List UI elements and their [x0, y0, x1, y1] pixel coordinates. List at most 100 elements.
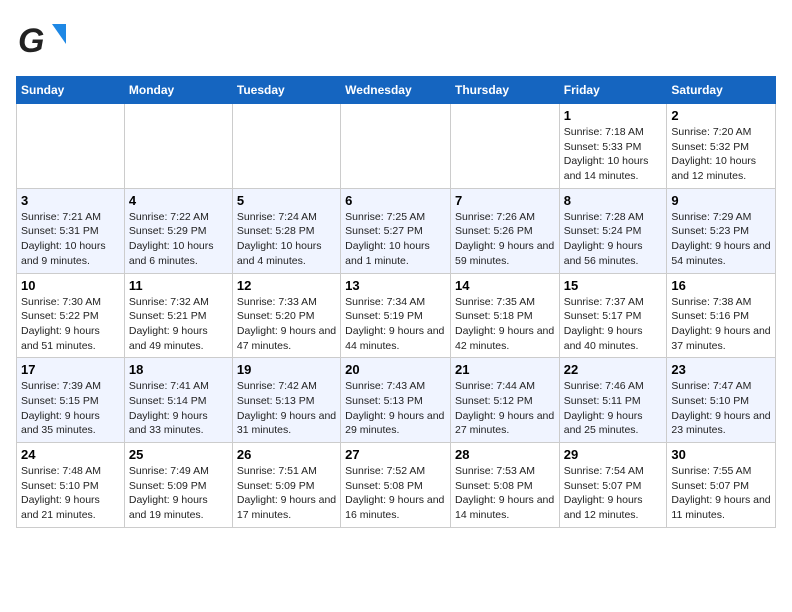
day-info: Sunrise: 7:48 AM Sunset: 5:10 PM Dayligh… [21, 464, 120, 523]
calendar-day-cell: 13Sunrise: 7:34 AM Sunset: 5:19 PM Dayli… [341, 273, 451, 358]
day-number: 16 [671, 278, 771, 293]
calendar-day-cell [17, 104, 125, 189]
calendar-day-cell: 20 Sunrise: 7:43 AM Sunset: 5:13 PM Dayli… [341, 358, 451, 443]
calendar-day-cell [450, 104, 559, 189]
calendar-week-row: 17 Sunrise: 7:39 AM Sunset: 5:15 PM Dayli… [17, 358, 776, 443]
day-info: Sunrise: 7:33 AM Sunset: 5:20 PM Dayligh… [237, 295, 336, 354]
day-info: Sunrise: 7:35 AM Sunset: 5:18 PM Dayligh… [455, 295, 555, 354]
calendar-day-cell [232, 104, 340, 189]
calendar-day-cell [124, 104, 232, 189]
day-number: 4 [129, 193, 228, 208]
calendar-week-row: 24 Sunrise: 7:48 AM Sunset: 5:10 PM Dayli… [17, 443, 776, 528]
day-number: 7 [455, 193, 555, 208]
day-info: Sunrise: 7:18 AM Sunset: 5:33 PM Dayligh… [564, 125, 663, 184]
day-number: 29 [564, 447, 663, 462]
day-info: Sunrise: 7:41 AM Sunset: 5:14 PM Dayligh… [129, 379, 228, 438]
svg-text:G: G [18, 22, 44, 60]
page-header: G [16, 16, 776, 68]
day-info: Sunrise: 7:20 AM Sunset: 5:32 PM Dayligh… [671, 125, 771, 184]
day-number: 14 [455, 278, 555, 293]
calendar-day-cell: 21 Sunrise: 7:44 AM Sunset: 5:12 PM Dayli… [450, 358, 559, 443]
calendar-day-cell: 14 Sunrise: 7:35 AM Sunset: 5:18 PM Dayli… [450, 273, 559, 358]
calendar-day-cell: 5 Sunrise: 7:24 AM Sunset: 5:28 PM Daylig… [232, 188, 340, 273]
day-info: Sunrise: 7:49 AM Sunset: 5:09 PM Dayligh… [129, 464, 228, 523]
day-number: 24 [21, 447, 120, 462]
day-number: 17 [21, 362, 120, 377]
day-number: 2 [671, 108, 771, 123]
day-info: Sunrise: 7:30 AM Sunset: 5:22 PM Dayligh… [21, 295, 120, 354]
day-info: Sunrise: 7:44 AM Sunset: 5:12 PM Dayligh… [455, 379, 555, 438]
logo: G [16, 16, 72, 68]
day-info: Sunrise: 7:55 AM Sunset: 5:07 PM Dayligh… [671, 464, 771, 523]
calendar-day-cell: 10 Sunrise: 7:30 AM Sunset: 5:22 PM Dayli… [17, 273, 125, 358]
calendar-week-row: 3 Sunrise: 7:21 AM Sunset: 5:31 PM Daylig… [17, 188, 776, 273]
day-info: Sunrise: 7:29 AM Sunset: 5:23 PM Dayligh… [671, 210, 771, 269]
day-number: 20 [345, 362, 446, 377]
day-number: 28 [455, 447, 555, 462]
calendar-week-row: 1 Sunrise: 7:18 AM Sunset: 5:33 PM Daylig… [17, 104, 776, 189]
calendar-day-cell: 15 Sunrise: 7:37 AM Sunset: 5:17 PM Dayli… [559, 273, 667, 358]
day-number: 3 [21, 193, 120, 208]
calendar-day-cell: 25 Sunrise: 7:49 AM Sunset: 5:09 PM Dayli… [124, 443, 232, 528]
calendar-day-cell: 8 Sunrise: 7:28 AM Sunset: 5:24 PM Daylig… [559, 188, 667, 273]
day-number: 18 [129, 362, 228, 377]
day-info: Sunrise: 7:39 AM Sunset: 5:15 PM Dayligh… [21, 379, 120, 438]
day-number: 11 [129, 278, 228, 293]
day-number: 12 [237, 278, 336, 293]
day-number: 8 [564, 193, 663, 208]
calendar-header-row: SundayMondayTuesdayWednesdayThursdayFrid… [17, 77, 776, 104]
day-number: 19 [237, 362, 336, 377]
day-info: Sunrise: 7:51 AM Sunset: 5:09 PM Dayligh… [237, 464, 336, 523]
calendar-day-cell: 16 Sunrise: 7:38 AM Sunset: 5:16 PM Dayli… [667, 273, 776, 358]
column-header-saturday: Saturday [667, 77, 776, 104]
calendar-day-cell: 30 Sunrise: 7:55 AM Sunset: 5:07 PM Dayli… [667, 443, 776, 528]
day-number: 22 [564, 362, 663, 377]
calendar-day-cell: 9 Sunrise: 7:29 AM Sunset: 5:23 PM Daylig… [667, 188, 776, 273]
day-info: Sunrise: 7:37 AM Sunset: 5:17 PM Dayligh… [564, 295, 663, 354]
column-header-tuesday: Tuesday [232, 77, 340, 104]
day-info: Sunrise: 7:21 AM Sunset: 5:31 PM Dayligh… [21, 210, 120, 269]
calendar-day-cell [341, 104, 451, 189]
column-header-thursday: Thursday [450, 77, 559, 104]
day-info: Sunrise: 7:52 AM Sunset: 5:08 PM Dayligh… [345, 464, 446, 523]
calendar-day-cell: 11Sunrise: 7:32 AM Sunset: 5:21 PM Dayli… [124, 273, 232, 358]
day-number: 5 [237, 193, 336, 208]
calendar-day-cell: 6 Sunrise: 7:25 AM Sunset: 5:27 PM Daylig… [341, 188, 451, 273]
day-info: Sunrise: 7:28 AM Sunset: 5:24 PM Dayligh… [564, 210, 663, 269]
calendar-day-cell: 27 Sunrise: 7:52 AM Sunset: 5:08 PM Dayli… [341, 443, 451, 528]
calendar-day-cell: 17 Sunrise: 7:39 AM Sunset: 5:15 PM Dayli… [17, 358, 125, 443]
logo-icon: G [16, 16, 68, 68]
column-header-friday: Friday [559, 77, 667, 104]
day-info: Sunrise: 7:53 AM Sunset: 5:08 PM Dayligh… [455, 464, 555, 523]
calendar-table: SundayMondayTuesdayWednesdayThursdayFrid… [16, 76, 776, 528]
day-number: 15 [564, 278, 663, 293]
day-number: 21 [455, 362, 555, 377]
column-header-sunday: Sunday [17, 77, 125, 104]
calendar-day-cell: 1 Sunrise: 7:18 AM Sunset: 5:33 PM Daylig… [559, 104, 667, 189]
day-info: Sunrise: 7:34 AM Sunset: 5:19 PM Dayligh… [345, 295, 446, 354]
calendar-day-cell: 19 Sunrise: 7:42 AM Sunset: 5:13 PM Dayli… [232, 358, 340, 443]
calendar-day-cell: 12 Sunrise: 7:33 AM Sunset: 5:20 PM Dayli… [232, 273, 340, 358]
day-info: Sunrise: 7:22 AM Sunset: 5:29 PM Dayligh… [129, 210, 228, 269]
day-number: 10 [21, 278, 120, 293]
calendar-day-cell: 24 Sunrise: 7:48 AM Sunset: 5:10 PM Dayli… [17, 443, 125, 528]
day-number: 30 [671, 447, 771, 462]
day-info: Sunrise: 7:54 AM Sunset: 5:07 PM Dayligh… [564, 464, 663, 523]
column-header-wednesday: Wednesday [341, 77, 451, 104]
day-info: Sunrise: 7:42 AM Sunset: 5:13 PM Dayligh… [237, 379, 336, 438]
day-number: 6 [345, 193, 446, 208]
day-number: 26 [237, 447, 336, 462]
day-number: 27 [345, 447, 446, 462]
day-info: Sunrise: 7:43 AM Sunset: 5:13 PM Dayligh… [345, 379, 446, 438]
day-info: Sunrise: 7:38 AM Sunset: 5:16 PM Dayligh… [671, 295, 771, 354]
day-number: 25 [129, 447, 228, 462]
day-number: 9 [671, 193, 771, 208]
calendar-day-cell: 22Sunrise: 7:46 AM Sunset: 5:11 PM Dayli… [559, 358, 667, 443]
day-number: 23 [671, 362, 771, 377]
calendar-day-cell: 7Sunrise: 7:26 AM Sunset: 5:26 PM Daylig… [450, 188, 559, 273]
calendar-day-cell: 23 Sunrise: 7:47 AM Sunset: 5:10 PM Dayli… [667, 358, 776, 443]
day-info: Sunrise: 7:47 AM Sunset: 5:10 PM Dayligh… [671, 379, 771, 438]
day-number: 1 [564, 108, 663, 123]
day-info: Sunrise: 7:25 AM Sunset: 5:27 PM Dayligh… [345, 210, 446, 269]
day-info: Sunrise: 7:24 AM Sunset: 5:28 PM Dayligh… [237, 210, 336, 269]
